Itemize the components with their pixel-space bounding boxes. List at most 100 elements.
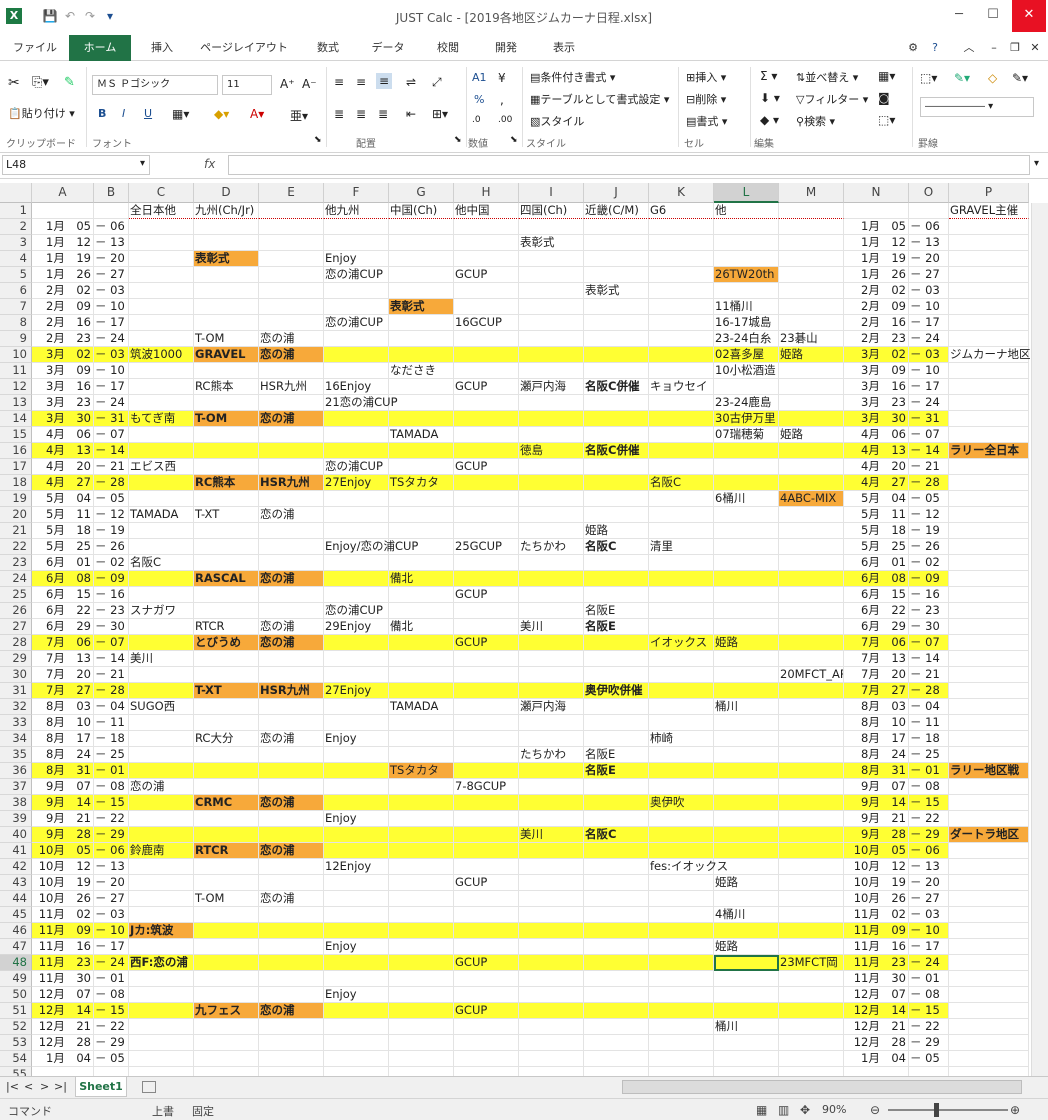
cell-a39[interactable]: 9月 21 bbox=[32, 811, 94, 827]
cell-a55[interactable] bbox=[32, 1067, 94, 1076]
cell-h13[interactable] bbox=[454, 395, 519, 411]
cell-p8[interactable] bbox=[949, 315, 1029, 331]
cell-k14[interactable] bbox=[649, 411, 714, 427]
cell-l6[interactable] bbox=[714, 283, 779, 299]
cell-f27[interactable]: 29Enjoy bbox=[324, 619, 389, 635]
cell-j42[interactable] bbox=[584, 859, 649, 875]
cell-j46[interactable] bbox=[584, 923, 649, 939]
cell-i35[interactable]: たちかわ bbox=[519, 747, 584, 763]
cell-c46[interactable]: Jカ:筑波 bbox=[129, 923, 194, 939]
cell-g51[interactable] bbox=[389, 1003, 454, 1019]
cell-h12[interactable]: GCUP bbox=[454, 379, 519, 395]
cell-a33[interactable]: 8月 10 bbox=[32, 715, 94, 731]
cell-i34[interactable] bbox=[519, 731, 584, 747]
cell-d22[interactable] bbox=[194, 539, 259, 555]
cell-b52[interactable]: － 22 bbox=[94, 1019, 129, 1035]
cell-l2[interactable] bbox=[714, 219, 779, 235]
cell-p45[interactable] bbox=[949, 907, 1029, 923]
cell-l20[interactable] bbox=[714, 507, 779, 523]
minimize-button[interactable]: ─ bbox=[942, 0, 976, 32]
cell-a48[interactable]: 11月 23 bbox=[32, 955, 94, 971]
cell-c13[interactable] bbox=[129, 395, 194, 411]
cell-i33[interactable] bbox=[519, 715, 584, 731]
cell-k50[interactable] bbox=[649, 987, 714, 1003]
cell-j35[interactable]: 名阪E bbox=[584, 747, 649, 763]
cell-b19[interactable]: － 05 bbox=[94, 491, 129, 507]
cell-h19[interactable] bbox=[454, 491, 519, 507]
cell-o41[interactable]: － 06 bbox=[909, 843, 949, 859]
cell-f3[interactable] bbox=[324, 235, 389, 251]
cell-a10[interactable]: 3月 02 bbox=[32, 347, 94, 363]
cell-f8[interactable]: 恋の浦CUP bbox=[324, 315, 389, 331]
cell-k30[interactable] bbox=[649, 667, 714, 683]
cell-n1[interactable] bbox=[844, 203, 909, 219]
cell-n22[interactable]: 5月 25 bbox=[844, 539, 909, 555]
cell-f37[interactable] bbox=[324, 779, 389, 795]
row-header[interactable]: 3 bbox=[0, 235, 32, 251]
cell-o13[interactable]: － 24 bbox=[909, 395, 949, 411]
cell-o12[interactable]: － 17 bbox=[909, 379, 949, 395]
cell-o47[interactable]: － 17 bbox=[909, 939, 949, 955]
cell-k44[interactable] bbox=[649, 891, 714, 907]
cell-d38[interactable]: CRMC bbox=[194, 795, 259, 811]
column-header-h[interactable]: H bbox=[454, 183, 519, 203]
cell-d55[interactable] bbox=[194, 1067, 259, 1076]
autosum-icon[interactable]: Σ ▾ bbox=[760, 69, 777, 83]
cell-f47[interactable]: Enjoy bbox=[324, 939, 389, 955]
cell-g43[interactable] bbox=[389, 875, 454, 891]
row-header[interactable]: 14 bbox=[0, 411, 32, 427]
cell-a15[interactable]: 4月 06 bbox=[32, 427, 94, 443]
cell-n29[interactable]: 7月 13 bbox=[844, 651, 909, 667]
cell-f17[interactable]: 恋の浦CUP bbox=[324, 459, 389, 475]
cell-f30[interactable] bbox=[324, 667, 389, 683]
cell-m22[interactable] bbox=[779, 539, 844, 555]
cell-p47[interactable] bbox=[949, 939, 1029, 955]
cell-a52[interactable]: 12月 21 bbox=[32, 1019, 94, 1035]
cell-e45[interactable] bbox=[259, 907, 324, 923]
page-layout-view-icon[interactable]: ▥ bbox=[778, 1103, 789, 1117]
cell-a18[interactable]: 4月 27 bbox=[32, 475, 94, 491]
cell-h45[interactable] bbox=[454, 907, 519, 923]
cell-p22[interactable] bbox=[949, 539, 1029, 555]
cell-i16[interactable]: 徳島 bbox=[519, 443, 584, 459]
row-header[interactable]: 47 bbox=[0, 939, 32, 955]
cell-m11[interactable] bbox=[779, 363, 844, 379]
cell-d40[interactable] bbox=[194, 827, 259, 843]
cell-j5[interactable] bbox=[584, 267, 649, 283]
cell-a37[interactable]: 9月 07 bbox=[32, 779, 94, 795]
cell-d44[interactable]: T-OM bbox=[194, 891, 259, 907]
cell-e32[interactable] bbox=[259, 699, 324, 715]
cell-k55[interactable] bbox=[649, 1067, 714, 1076]
name-box[interactable]: L48 bbox=[2, 155, 150, 175]
cell-e46[interactable] bbox=[259, 923, 324, 939]
cell-j13[interactable] bbox=[584, 395, 649, 411]
cell-a25[interactable]: 6月 15 bbox=[32, 587, 94, 603]
cell-f31[interactable]: 27Enjoy bbox=[324, 683, 389, 699]
wrap-text-icon[interactable]: ⇌ bbox=[406, 75, 416, 89]
cell-p21[interactable] bbox=[949, 523, 1029, 539]
cell-b34[interactable]: － 18 bbox=[94, 731, 129, 747]
cell-p16[interactable]: ラリー全日本 bbox=[949, 443, 1029, 459]
cell-c47[interactable] bbox=[129, 939, 194, 955]
cell-g32[interactable]: TAMADA bbox=[389, 699, 454, 715]
cell-p30[interactable] bbox=[949, 667, 1029, 683]
cell-i17[interactable] bbox=[519, 459, 584, 475]
cell-b3[interactable]: － 13 bbox=[94, 235, 129, 251]
cell-g49[interactable] bbox=[389, 971, 454, 987]
cell-f7[interactable] bbox=[324, 299, 389, 315]
cell-b1[interactable] bbox=[94, 203, 129, 219]
cell-c51[interactable] bbox=[129, 1003, 194, 1019]
cell-p50[interactable] bbox=[949, 987, 1029, 1003]
cell-j4[interactable] bbox=[584, 251, 649, 267]
align-bottom-icon[interactable]: ≡ bbox=[376, 73, 393, 89]
cell-d14[interactable]: T-OM bbox=[194, 411, 259, 427]
row-header[interactable]: 1 bbox=[0, 203, 32, 219]
cell-a26[interactable]: 6月 22 bbox=[32, 603, 94, 619]
cell-k46[interactable] bbox=[649, 923, 714, 939]
cell-o2[interactable]: － 06 bbox=[909, 219, 949, 235]
column-header-e[interactable]: E bbox=[259, 183, 324, 203]
cell-p33[interactable] bbox=[949, 715, 1029, 731]
cell-i20[interactable] bbox=[519, 507, 584, 523]
cell-o35[interactable]: － 25 bbox=[909, 747, 949, 763]
cell-c4[interactable] bbox=[129, 251, 194, 267]
